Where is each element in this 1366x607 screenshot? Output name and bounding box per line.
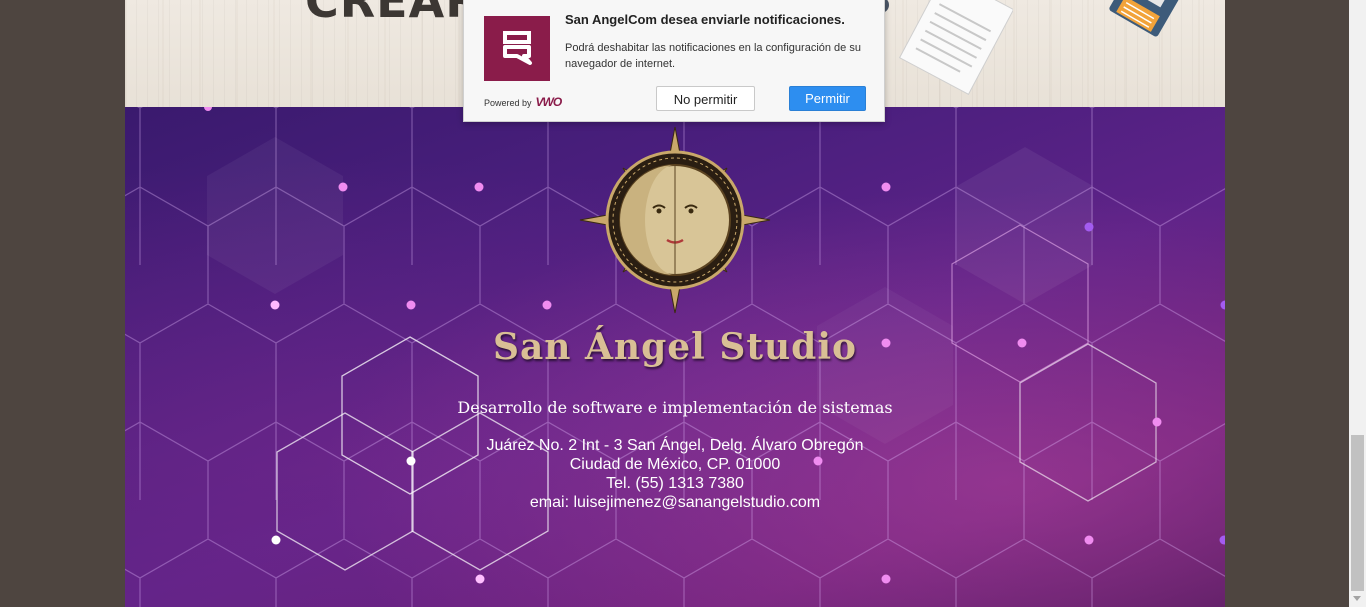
notification-title: San AngelCom desea enviarle notificacion…	[565, 12, 845, 27]
phone-number: Tel. (55) 1313 7380	[606, 475, 744, 492]
vwo-logo: VWO	[535, 95, 563, 109]
banner-word: CREAR	[305, 0, 482, 28]
papers-illustration	[883, 0, 1013, 95]
notification-permission-popup: San AngelCom desea enviarle notificacion…	[463, 0, 885, 122]
floppy-disk-icon	[1109, 0, 1179, 37]
notification-body: Podrá deshabitar las notificaciones en l…	[565, 42, 861, 70]
deny-button[interactable]: No permitir	[656, 86, 755, 111]
studio-name: San Ángel Studio	[492, 326, 858, 368]
scroll-down-arrow-icon[interactable]	[1353, 596, 1361, 601]
scrollbar-thumb[interactable]	[1351, 435, 1364, 591]
powered-by: Powered by VWO	[484, 95, 563, 109]
chat-bubble-logo-icon	[484, 16, 550, 81]
powered-by-label: Powered by	[484, 98, 532, 108]
allow-button[interactable]: Permitir	[789, 86, 866, 111]
footer: San Ángel Studio Desarrollo de software …	[125, 107, 1225, 607]
address-line-2: Ciudad de México, CP. 01000	[569, 456, 781, 473]
vertical-scrollbar[interactable]	[1349, 0, 1366, 607]
email-address: emai: luisejimenez@sanangelstudio.com	[529, 494, 821, 511]
sun-moon-compass-logo	[579, 126, 771, 314]
contact-address: Juárez No. 2 Int - 3 San Ángel, Delg. Ál…	[125, 436, 1225, 512]
address-line-1: Juárez No. 2 Int - 3 San Ángel, Delg. Ál…	[486, 437, 864, 454]
tagline: Desarrollo de software e implementación …	[457, 398, 893, 417]
